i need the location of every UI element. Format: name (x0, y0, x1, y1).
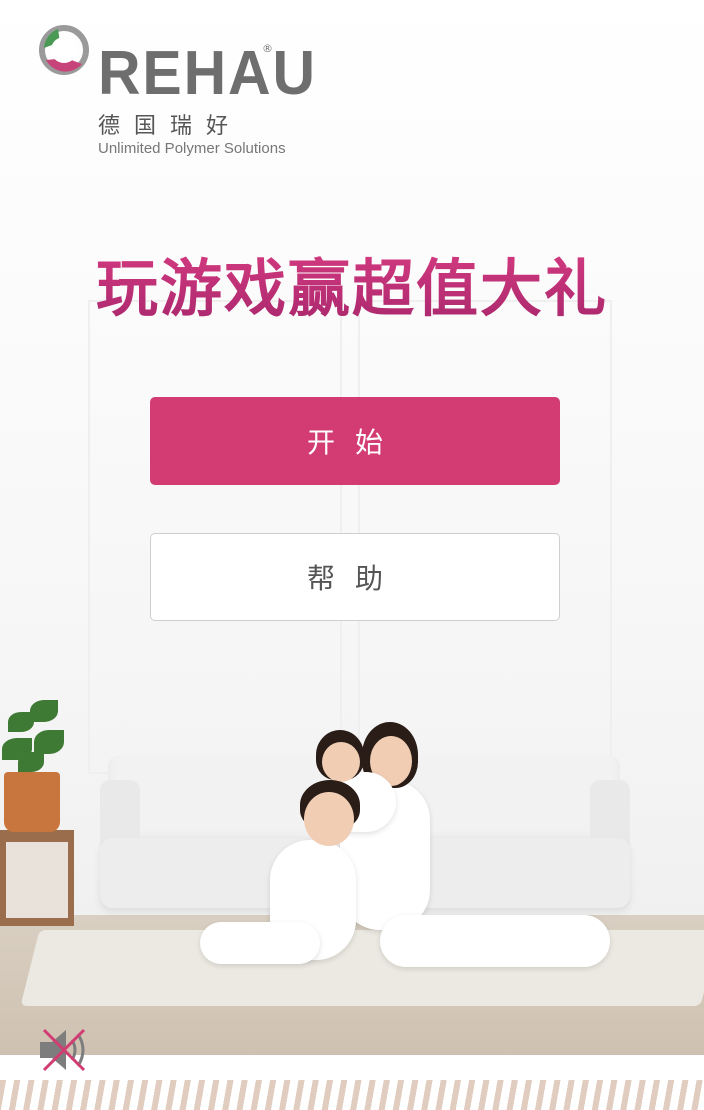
brand-tagline: Unlimited Polymer Solutions (98, 140, 286, 157)
muted-speaker-icon (40, 1028, 86, 1072)
page-title: 玩游戏赢超值大礼 (0, 238, 704, 328)
brand-name: REHAU (98, 39, 317, 108)
start-button[interactable]: 开始 (150, 397, 560, 485)
rehau-logo: REHAU ® 德国瑞好 Unlimited Polymer Solutions (36, 22, 315, 162)
plant-pot (4, 772, 60, 832)
logo-mark-icon (39, 25, 89, 75)
plant-leaf (30, 700, 58, 722)
sound-toggle[interactable] (36, 1024, 96, 1076)
help-button[interactable]: 帮助 (150, 533, 560, 621)
plant-leaf (18, 752, 44, 772)
girl-face (322, 742, 360, 782)
start-button-label: 开始 (306, 426, 403, 459)
underfloor-heating-pattern (0, 1080, 704, 1110)
boy-face (304, 792, 354, 846)
plant-leaf (34, 730, 64, 754)
registered-mark: ® (262, 42, 273, 55)
mother-legs (380, 915, 610, 967)
brand-chinese-name: 德国瑞好 (98, 114, 243, 139)
game-start-screen: REHAU ® 德国瑞好 Unlimited Polymer Solutions… (0, 0, 704, 1110)
boy-legs (200, 922, 320, 964)
help-button-label: 帮助 (306, 562, 403, 595)
shelf-books (6, 842, 68, 918)
